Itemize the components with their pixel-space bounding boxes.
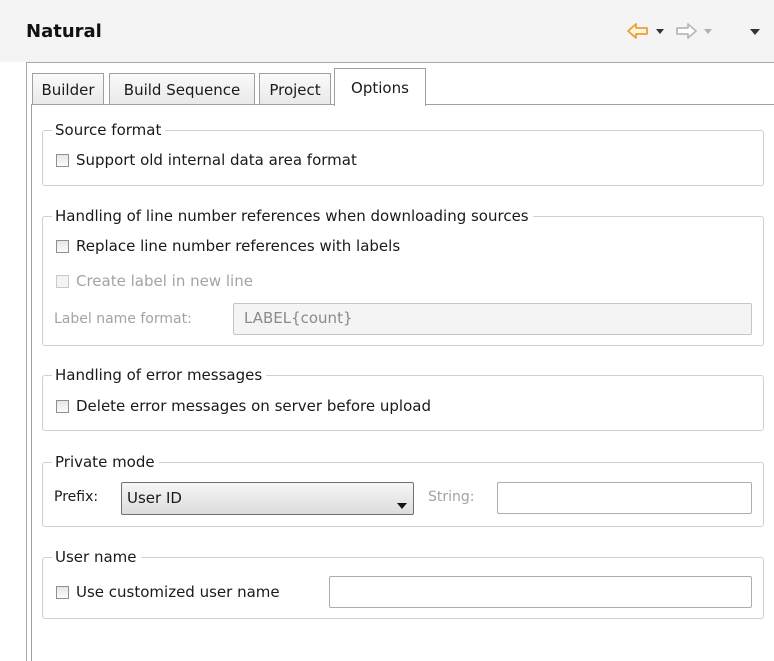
user-name-group: User name Use customized user name xyxy=(42,548,764,619)
private-mode-legend: Private mode xyxy=(52,453,159,471)
dropdown-arrow-icon[interactable] xyxy=(655,21,667,41)
prefix-select[interactable]: User ID xyxy=(121,482,414,515)
tab-build-sequence[interactable]: Build Sequence xyxy=(109,73,255,104)
create-label-new-line-checkbox xyxy=(56,274,69,288)
user-name-legend: User name xyxy=(52,548,141,566)
forward-arrow-icon[interactable] xyxy=(675,21,699,41)
support-old-ida-label: Support old internal data area format xyxy=(76,151,357,169)
replace-refs-checkbox[interactable] xyxy=(56,239,69,253)
prefix-select-value: User ID xyxy=(127,489,182,507)
string-row: String: xyxy=(428,489,475,505)
line-number-references-legend: Handling of line number references when … xyxy=(52,207,533,225)
tab-builder[interactable]: Builder xyxy=(32,73,104,104)
dropdown-arrow-icon[interactable] xyxy=(703,21,715,41)
prefix-row: Prefix: xyxy=(54,489,98,505)
view-title: Natural xyxy=(26,21,102,42)
view-header: Natural xyxy=(0,0,774,62)
label-name-format-input: LABEL{count} xyxy=(233,303,752,335)
use-custom-user-name-option[interactable]: Use customized user name xyxy=(56,583,280,601)
error-messages-legend: Handling of error messages xyxy=(52,366,267,384)
support-old-ida-checkbox[interactable] xyxy=(56,153,69,167)
error-messages-group: Handling of error messages Delete error … xyxy=(42,366,764,431)
label-name-format-row: Label name format: xyxy=(54,311,192,327)
string-label: String: xyxy=(428,489,475,505)
use-custom-user-name-checkbox[interactable] xyxy=(56,585,69,599)
delete-error-messages-label: Delete error messages on server before u… xyxy=(76,397,431,415)
create-label-new-line-label: Create label in new line xyxy=(76,272,253,290)
replace-refs-option[interactable]: Replace line number references with labe… xyxy=(56,237,400,255)
view-menu-icon[interactable] xyxy=(749,21,763,41)
back-arrow-icon[interactable] xyxy=(627,21,651,41)
support-old-ida-option[interactable]: Support old internal data area format xyxy=(56,151,357,169)
delete-error-messages-checkbox[interactable] xyxy=(56,399,69,413)
private-mode-group: Private mode Prefix: User ID String: xyxy=(42,453,764,527)
create-label-new-line-option: Create label in new line xyxy=(56,272,253,290)
use-custom-user-name-label: Use customized user name xyxy=(76,583,280,601)
tab-options[interactable]: Options xyxy=(334,68,426,106)
source-format-group: Source format Support old internal data … xyxy=(42,121,764,186)
label-name-format-label: Label name format: xyxy=(54,311,192,327)
custom-user-name-input[interactable] xyxy=(329,576,752,608)
replace-refs-label: Replace line number references with labe… xyxy=(76,237,401,255)
delete-error-messages-option[interactable]: Delete error messages on server before u… xyxy=(56,397,431,415)
prefix-label: Prefix: xyxy=(54,489,99,505)
source-format-legend: Source format xyxy=(52,121,166,139)
chevron-down-icon xyxy=(396,496,408,514)
string-input[interactable] xyxy=(497,482,752,514)
tab-project[interactable]: Project xyxy=(259,73,331,104)
line-number-references-group: Handling of line number references when … xyxy=(42,207,764,346)
